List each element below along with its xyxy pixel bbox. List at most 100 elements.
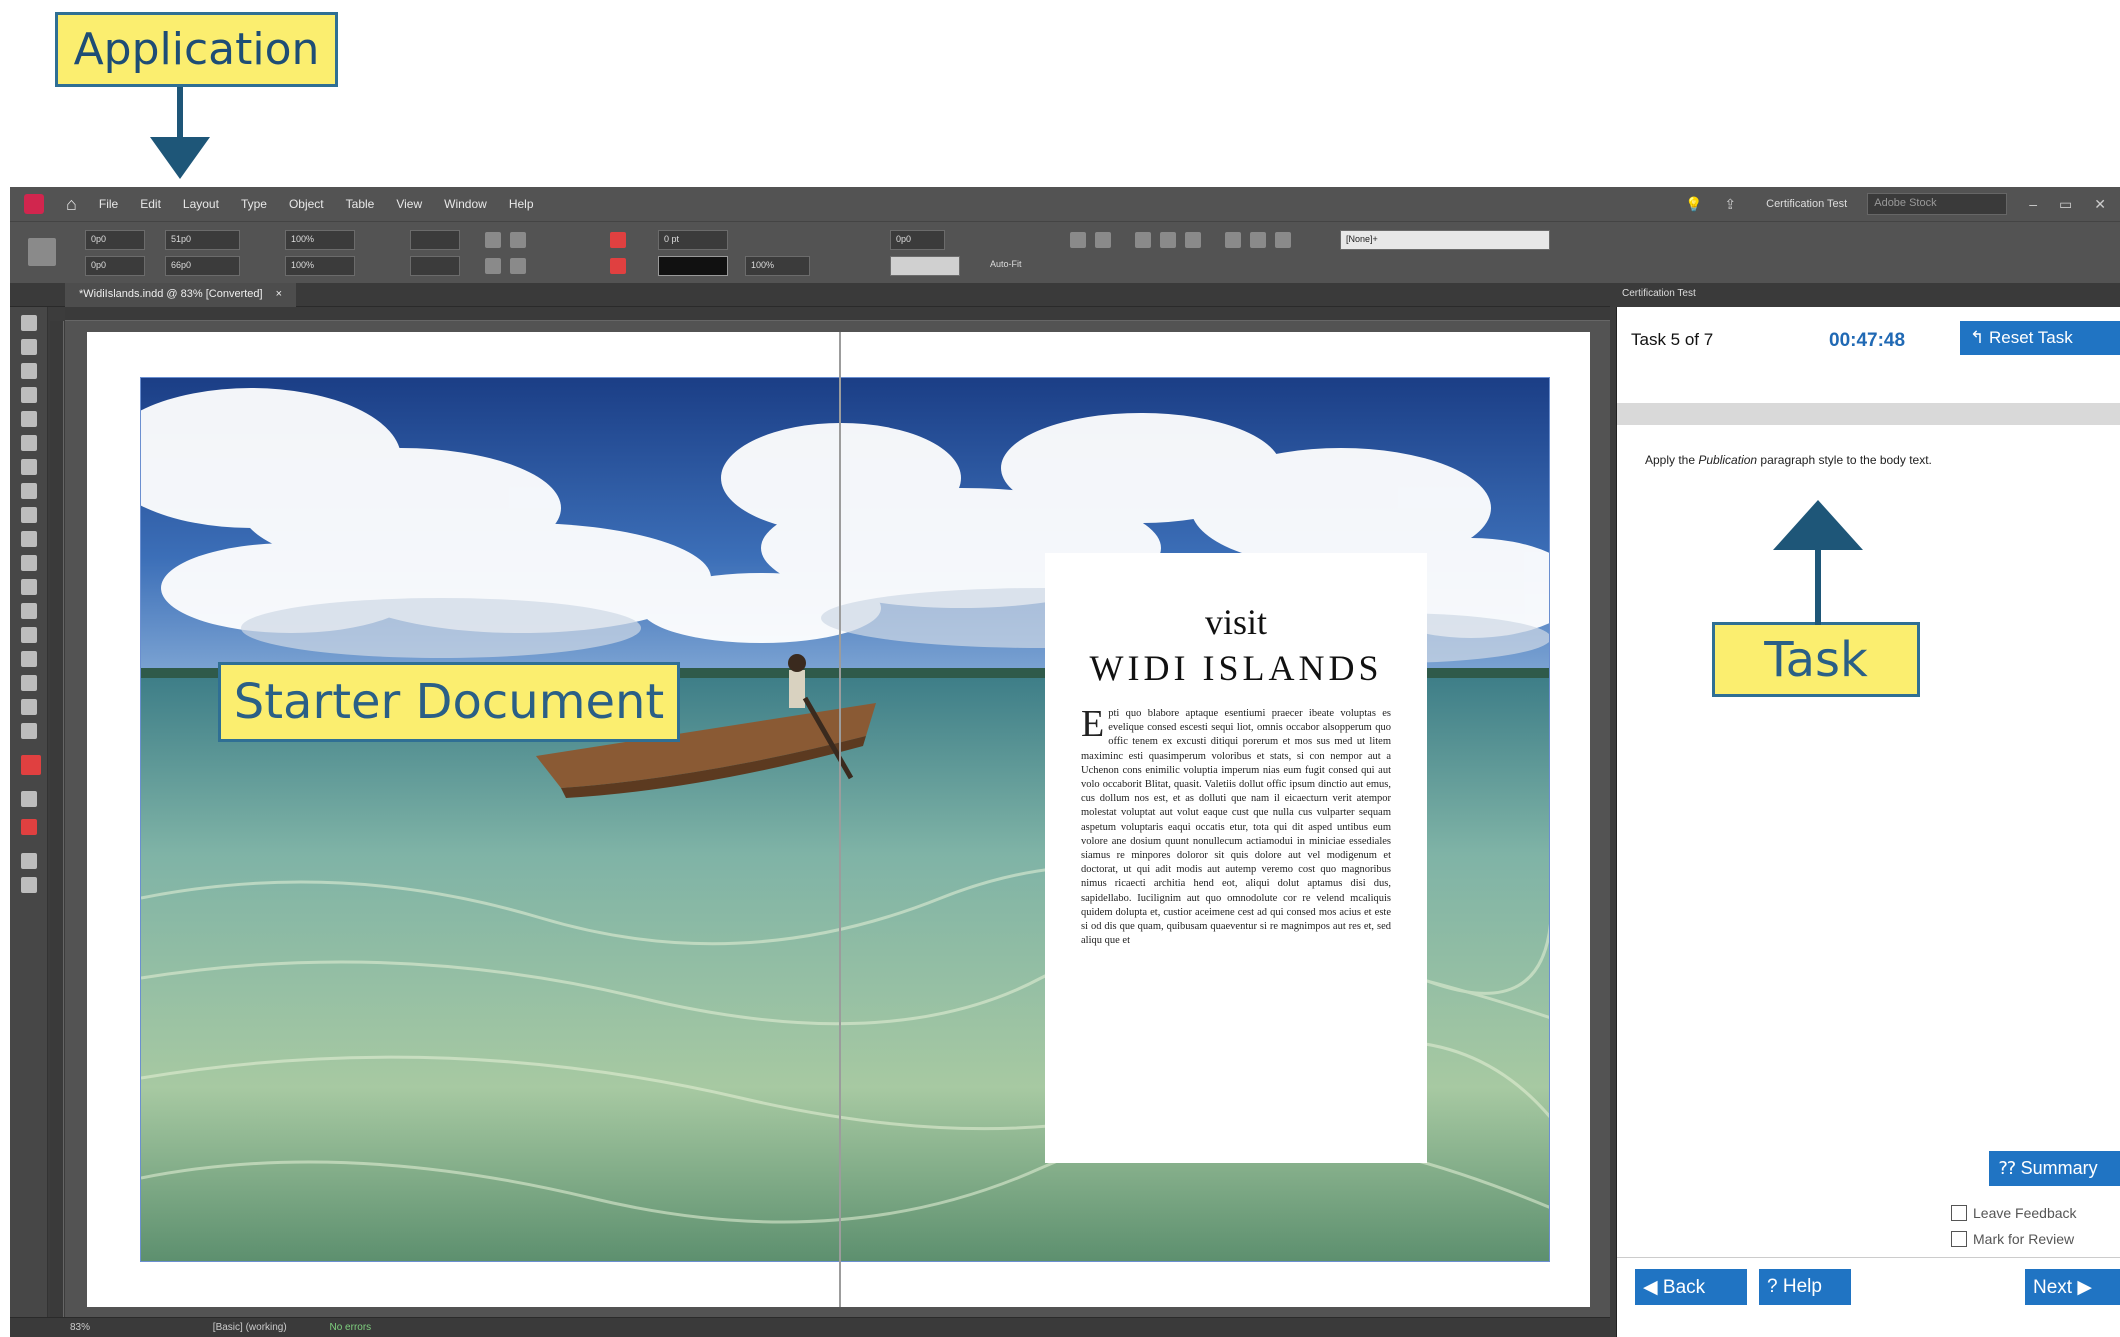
- menu-object[interactable]: Object: [289, 197, 324, 211]
- tools-panel: [10, 307, 48, 1317]
- summary-button[interactable]: ⁇ Summary: [1989, 1151, 2120, 1186]
- align-middle-icon[interactable]: [1250, 232, 1266, 248]
- preflight-profile[interactable]: [Basic] (working): [213, 1322, 287, 1333]
- page-tool-icon[interactable]: [21, 363, 37, 379]
- workspace-switcher[interactable]: Certification Test: [1766, 198, 1847, 210]
- screen-mode-icon[interactable]: [21, 853, 37, 869]
- horizontal-ruler[interactable]: [65, 307, 1610, 321]
- lightbulb-icon[interactable]: 💡: [1685, 196, 1702, 213]
- content-collector-icon[interactable]: [21, 411, 37, 427]
- spread-spine: [839, 332, 841, 1307]
- align-bottom-icon[interactable]: [1275, 232, 1291, 248]
- scissors-tool-icon[interactable]: [21, 579, 37, 595]
- zoom-tool-icon[interactable]: [21, 723, 37, 739]
- flip-v-icon[interactable]: [510, 258, 526, 274]
- menu-window[interactable]: Window: [444, 197, 487, 211]
- reference-point-icon[interactable]: [28, 238, 56, 266]
- width-field[interactable]: 51p0: [165, 230, 240, 250]
- app-logo-icon: [24, 194, 44, 214]
- menu-layout[interactable]: Layout: [183, 197, 219, 211]
- stroke-weight-field[interactable]: 0 pt: [658, 230, 728, 250]
- flip-h-icon[interactable]: [485, 258, 501, 274]
- rectangle-frame-icon[interactable]: [21, 531, 37, 547]
- vertical-ruler[interactable]: [50, 321, 64, 1317]
- arrow-down-icon: [150, 87, 210, 179]
- summary-icon: ⁇: [1999, 1158, 2021, 1178]
- menu-type[interactable]: Type: [241, 197, 267, 211]
- formatting-icon[interactable]: [21, 791, 37, 807]
- gradient-tool-icon[interactable]: [21, 627, 37, 643]
- document-tab[interactable]: *WidiIslands.indd @ 83% [Converted] ×: [65, 283, 297, 307]
- type-tool-icon[interactable]: [21, 435, 37, 451]
- direct-selection-tool-icon[interactable]: [21, 339, 37, 355]
- certification-panel: Task 5 of 7 00:47:48 ↰ Reset Task Apply …: [1616, 307, 2120, 1337]
- task-timer: 00:47:48: [1829, 330, 1906, 351]
- y-field[interactable]: 0p0: [85, 256, 145, 276]
- menu-table[interactable]: Table: [346, 197, 375, 211]
- line-tool-icon[interactable]: [21, 459, 37, 475]
- zoom-level[interactable]: 83%: [70, 1322, 90, 1333]
- preflight-status[interactable]: No errors: [329, 1322, 371, 1333]
- auto-fit-checkbox[interactable]: Auto-Fit: [985, 256, 1045, 276]
- instruction-style-name: Publication: [1698, 453, 1758, 467]
- eyedropper-tool-icon[interactable]: [21, 675, 37, 691]
- menu-view[interactable]: View: [396, 197, 422, 211]
- document-tab-bar: *WidiIslands.indd @ 83% [Converted] ×: [10, 283, 1610, 307]
- scale-x-field[interactable]: 100%: [285, 230, 355, 250]
- next-button[interactable]: Next ▶: [2025, 1269, 2120, 1305]
- menu-help[interactable]: Help: [509, 197, 534, 211]
- back-button[interactable]: ◀ Back: [1635, 1269, 1747, 1305]
- reset-task-button[interactable]: ↰ Reset Task: [1960, 321, 2120, 355]
- shear-field[interactable]: [410, 256, 460, 276]
- fill-stroke-icon[interactable]: [21, 755, 41, 775]
- selection-tool-icon[interactable]: [21, 315, 37, 331]
- fit-frame-icon[interactable]: [1185, 232, 1201, 248]
- x-field[interactable]: 0p0: [85, 230, 145, 250]
- fill-swatch-icon[interactable]: [610, 232, 626, 248]
- menu-edit[interactable]: Edit: [140, 197, 161, 211]
- help-button[interactable]: ? Help: [1759, 1269, 1851, 1305]
- stroke-swatch-icon[interactable]: [610, 258, 626, 274]
- mark-for-review-checkbox[interactable]: Mark for Review: [1951, 1231, 2074, 1247]
- rotate-cw-icon[interactable]: [485, 232, 501, 248]
- close-tab-icon[interactable]: ×: [276, 288, 282, 300]
- align-left-icon[interactable]: [1070, 232, 1086, 248]
- leave-feedback-checkbox[interactable]: Leave Feedback: [1951, 1205, 2077, 1221]
- none-swatch-icon[interactable]: [21, 819, 37, 835]
- home-icon[interactable]: ⌂: [66, 194, 77, 215]
- hand-tool-icon[interactable]: [21, 699, 37, 715]
- object-style-select[interactable]: [None]+: [1340, 230, 1550, 250]
- distribute-icon[interactable]: [1135, 232, 1151, 248]
- menu-file[interactable]: File: [99, 197, 118, 211]
- maximize-icon[interactable]: ▭: [2059, 196, 2072, 213]
- preview-mode-icon[interactable]: [21, 877, 37, 893]
- share-icon[interactable]: ⇪: [1724, 196, 1736, 213]
- stock-search-input[interactable]: Adobe Stock: [1867, 193, 2008, 215]
- fit-content-icon[interactable]: [1160, 232, 1176, 248]
- help-icon: ?: [1767, 1276, 1783, 1297]
- color-swatch-field[interactable]: [890, 256, 960, 276]
- minimize-icon[interactable]: –: [2029, 196, 2037, 212]
- article-body[interactable]: Epti quo blabore aptaque esentiumi praec…: [1081, 705, 1391, 948]
- article-text-frame[interactable]: visit WIDI ISLANDS Epti quo blabore apta…: [1045, 553, 1427, 1163]
- rotate-field[interactable]: [410, 230, 460, 250]
- align-center-icon[interactable]: [1095, 232, 1111, 248]
- panel-tab-label[interactable]: Certification Test: [1622, 288, 1696, 299]
- article-kicker: visit: [1204, 602, 1267, 642]
- pencil-tool-icon[interactable]: [21, 507, 37, 523]
- note-tool-icon[interactable]: [21, 651, 37, 667]
- gap-tool-icon[interactable]: [21, 387, 37, 403]
- checkbox-box[interactable]: [1951, 1231, 1967, 1247]
- rotate-ccw-icon[interactable]: [510, 232, 526, 248]
- checkbox-box[interactable]: [1951, 1205, 1967, 1221]
- opacity-field[interactable]: 100%: [745, 256, 810, 276]
- close-window-icon[interactable]: ✕: [2094, 196, 2106, 213]
- rectangle-tool-icon[interactable]: [21, 555, 37, 571]
- scale-y-field[interactable]: 100%: [285, 256, 355, 276]
- align-top-icon[interactable]: [1225, 232, 1241, 248]
- free-transform-icon[interactable]: [21, 603, 37, 619]
- stroke-type-select[interactable]: [658, 256, 728, 276]
- pen-tool-icon[interactable]: [21, 483, 37, 499]
- gap-field[interactable]: 0p0: [890, 230, 945, 250]
- height-field[interactable]: 66p0: [165, 256, 240, 276]
